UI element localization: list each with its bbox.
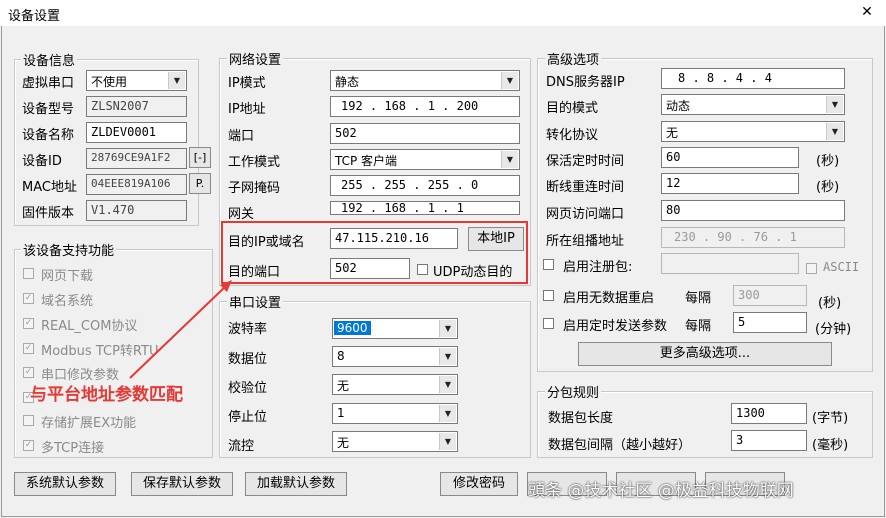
watermark: 頭条 @技术社区 @极益科技物联网: [528, 481, 794, 501]
annotation-arrow-line: [129, 285, 227, 379]
annotation-arrow: [129, 280, 232, 379]
annotation-text: 与平台地址参数匹配: [30, 385, 183, 405]
